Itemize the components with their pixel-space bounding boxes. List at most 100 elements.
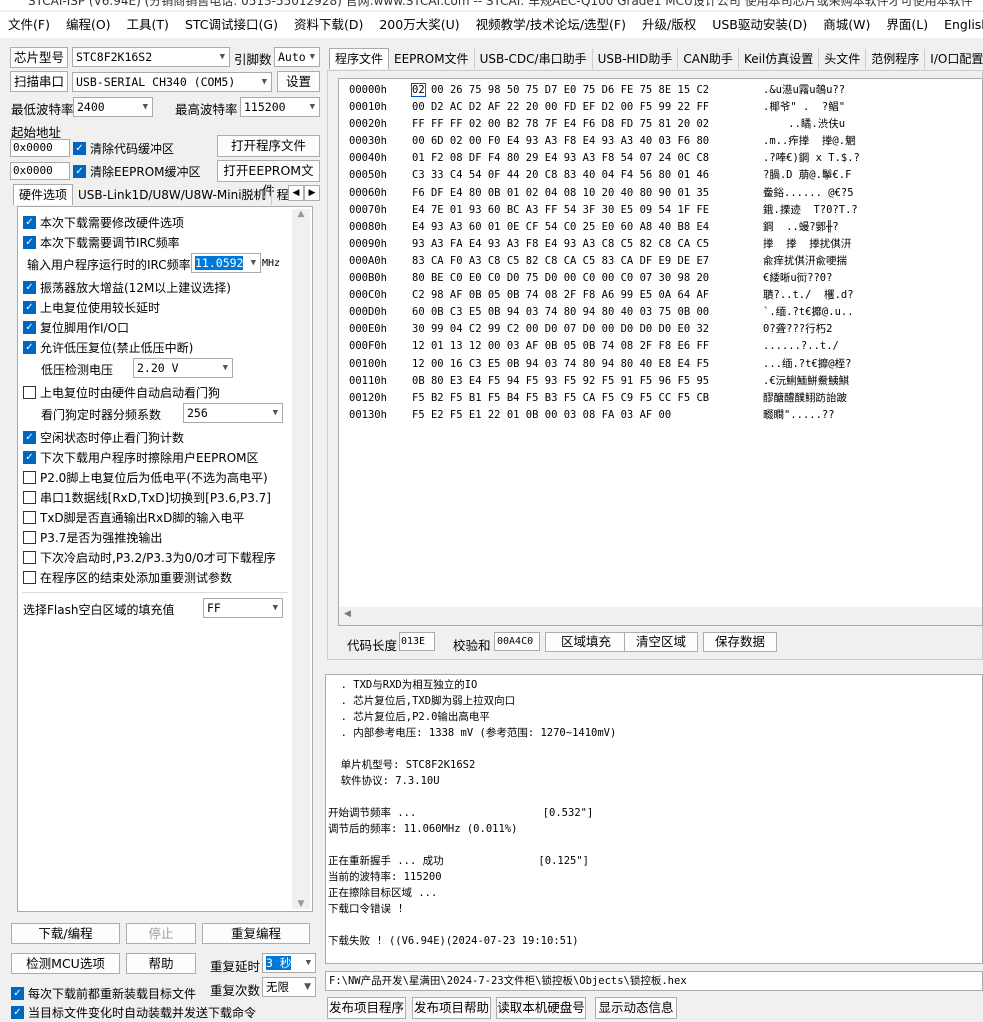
com-port-select[interactable]: USB-SERIAL CH340 (COM5) ▼	[72, 72, 272, 92]
hex-row-data[interactable]: 0B 80 E3 E4 F5 94 F5 93 F5 92 F5 91 F5 9…	[412, 373, 709, 390]
hex-row-data[interactable]: F5 B2 F5 B1 F5 B4 F5 B3 F5 CA F5 C9 F5 C…	[412, 390, 709, 407]
tab-usb-link[interactable]: USB-Link1D/U8W/U8W-Mini脱机	[73, 185, 272, 205]
menu-tools[interactable]: 工具(T)	[119, 12, 177, 38]
eeprom-address-input[interactable]: 0x0000	[10, 162, 70, 180]
option-txd-passthrough[interactable]: TxD脚是否直通输出RxD脚的输入电平	[23, 507, 244, 527]
hex-row-data[interactable]: 00 6D 02 00 F0 E4 93 A3 F8 E4 93 A3 40 0…	[412, 133, 709, 150]
tab-eeprom-file[interactable]: EEPROM文件	[389, 49, 475, 69]
option-auto-watchdog[interactable]: 上电复位时由硬件自动启动看门狗	[23, 382, 220, 402]
menu-upgrade[interactable]: 升级/版权	[634, 12, 704, 38]
option-cold-start-p32-p33[interactable]: 下次冷启动时,P3.2/P3.3为0/0才可下载程序	[23, 547, 276, 567]
hex-row-data[interactable]: 83 CA F0 A3 C8 C5 82 C8 CA C5 83 CA DF E…	[412, 253, 709, 270]
clear-code-buffer-checkbox[interactable]: ✓ 清除代码缓冲区	[73, 138, 174, 158]
hex-row-data[interactable]: 02 00 26 75 98 50 75 D7 E0 75 D6 FE 75 8…	[411, 82, 709, 99]
hex-data-column[interactable]: 02 00 26 75 98 50 75 D7 E0 75 D6 FE 75 8…	[411, 82, 709, 424]
menu-program[interactable]: 编程(O)	[58, 12, 119, 38]
clear-eeprom-buffer-checkbox[interactable]: ✓ 清除EEPROM缓冲区	[73, 161, 201, 181]
check-mcu-options-button[interactable]: 检测MCU选项	[11, 953, 120, 974]
hex-row-data[interactable]: E4 93 A3 60 01 0E CF 54 C0 25 E0 60 A8 4…	[412, 219, 709, 236]
hex-row-data[interactable]: F6 DF E4 80 0B 01 02 04 08 10 20 40 80 9…	[412, 185, 709, 202]
settings-button[interactable]: 设置	[277, 71, 320, 92]
menu-file[interactable]: 文件(F)	[0, 12, 58, 38]
code-address-input[interactable]: 0x0000	[10, 139, 70, 157]
hex-row-data[interactable]: E4 7E 01 93 60 BC A3 FF 54 3F 30 E5 09 5…	[412, 202, 709, 219]
menu-download[interactable]: 资料下载(D)	[286, 12, 371, 38]
pin-count-select[interactable]: Auto ▼	[274, 47, 320, 67]
tab-header-file[interactable]: 头文件	[819, 49, 867, 69]
menu-prize[interactable]: 200万大奖(U)	[371, 12, 467, 38]
stop-button[interactable]: 停止	[126, 923, 196, 944]
tab-usb-cdc[interactable]: USB-CDC/串口助手	[475, 49, 593, 69]
option-uart-switch[interactable]: 串口1数据线[RxD,TxD]切换到[P3.6,P3.7]	[23, 487, 271, 507]
tab-scroll-left-button[interactable]: ◀	[288, 185, 304, 201]
option-osc-gain[interactable]: ✓ 振荡器放大增益(12M以上建议选择)	[23, 277, 231, 297]
option-idle-stop-wdt[interactable]: ✓ 空闲状态时停止看门狗计数	[23, 427, 184, 447]
option-add-test-params[interactable]: 在程序区的结束处添加重要测试参数	[23, 567, 232, 587]
options-scrollbar[interactable]: ▲ ▼	[292, 209, 310, 909]
hex-row-data[interactable]: 93 A3 FA E4 93 A3 F8 E4 93 A3 C8 C5 82 C…	[412, 236, 709, 253]
hex-row-data[interactable]: 12 01 13 12 00 03 AF 0B 05 0B 74 08 2F F…	[412, 338, 709, 355]
download-program-button[interactable]: 下载/编程	[11, 923, 120, 944]
tab-io-config[interactable]: I/O口配置工具	[925, 49, 983, 69]
tab-hardware-options[interactable]: 硬件选项	[13, 184, 74, 205]
auto-load-send-checkbox[interactable]: ✓ 当目标文件变化时自动装载并发送下载命令	[11, 1002, 256, 1022]
clear-area-button[interactable]: 清空区域	[624, 632, 698, 652]
option-low-voltage-reset[interactable]: ✓ 允许低压复位(禁止低压中断)	[23, 337, 193, 357]
menu-debug[interactable]: STC调试接口(G)	[177, 12, 286, 38]
help-button[interactable]: 帮助	[126, 953, 196, 974]
scan-port-button[interactable]: 扫描串口	[10, 71, 68, 92]
fill-area-button[interactable]: 区域填充	[545, 632, 627, 652]
flash-fill-select[interactable]: FF ▼	[203, 598, 283, 618]
min-baud-select[interactable]: 2400 ▼	[73, 97, 153, 117]
tab-scroll-right-button[interactable]: ▶	[304, 185, 320, 201]
hex-row-data[interactable]: 80 BE C0 E0 C0 D0 75 D0 00 C0 00 C0 07 3…	[412, 270, 709, 287]
option-p37-push-pull[interactable]: P3.7是否为强推挽输出	[23, 527, 162, 547]
retry-count-select[interactable]: 无限 ▼	[262, 977, 316, 997]
hex-row-data[interactable]: 00 D2 AC D2 AF 22 20 00 FD EF D2 00 F5 9…	[412, 99, 709, 116]
menu-interface[interactable]: 界面(L)	[878, 12, 936, 38]
option-adjust-irc[interactable]: ✓ 本次下载需要调节IRC频率	[23, 232, 180, 252]
tab-usb-hid[interactable]: USB-HID助手	[593, 49, 679, 69]
option-long-reset-delay[interactable]: ✓ 上电复位使用较长延时	[23, 297, 160, 317]
menu-shop[interactable]: 商城(W)	[815, 12, 878, 38]
repeat-program-button[interactable]: 重复编程	[202, 923, 310, 944]
hex-horizontal-scrollbar[interactable]: ◀	[339, 607, 982, 625]
publish-project-button[interactable]: 发布项目程序	[327, 997, 406, 1019]
menu-usb-driver[interactable]: USB驱动安装(D)	[704, 12, 815, 38]
lvd-voltage-select[interactable]: 2.20 V ▼	[133, 358, 233, 378]
retry-delay-select[interactable]: 3 秒 ▼	[262, 953, 316, 973]
tab-program-file[interactable]: 程序文件	[329, 48, 390, 69]
chip-model-select[interactable]: STC8F2K16S2 ▼	[72, 47, 230, 67]
show-dynamic-info-button[interactable]: 显示动态信息	[595, 997, 677, 1019]
hex-row-data[interactable]: F5 E2 F5 E1 22 01 0B 00 03 08 FA 03 AF 0…	[412, 407, 709, 424]
irc-frequency-select[interactable]: 11.0592 ▼	[191, 253, 261, 273]
tab-can[interactable]: CAN助手	[678, 49, 739, 69]
open-eeprom-file-button[interactable]: 打开EEPROM文件	[217, 160, 320, 198]
open-program-file-button[interactable]: 打开程序文件	[217, 135, 320, 157]
option-erase-eeprom[interactable]: ✓ 下次下载用户程序时擦除用户EEPROM区	[23, 447, 259, 467]
hex-viewer[interactable]: 00000h 00010h 00020h 00030h 00040h 00050h 0006…	[338, 78, 983, 626]
menu-english[interactable]: English	[936, 12, 983, 38]
publish-help-button[interactable]: 发布项目帮助	[412, 997, 491, 1019]
hex-row-data[interactable]: 30 99 04 C2 99 C2 00 D0 07 D0 00 D0 D0 D…	[412, 321, 709, 338]
option-p20-low[interactable]: P2.0脚上电复位后为低电平(不选为高电平)	[23, 467, 268, 487]
read-disk-id-button[interactable]: 读取本机硬盘号	[496, 997, 586, 1019]
option-modify-hardware[interactable]: ✓ 本次下载需要修改硬件选项	[23, 212, 184, 232]
max-baud-select[interactable]: 115200 ▼	[240, 97, 320, 117]
option-reset-pin-io[interactable]: ✓ 复位脚用作I/O口	[23, 317, 129, 337]
output-log[interactable]: . TXD与RXD为相互独立的IO . 芯片复位后,TXD脚为弱上拉双向口 . …	[325, 674, 983, 964]
left-tabs: 硬件选项USB-Link1D/U8W/U8W-Mini脱机程序加	[13, 184, 305, 206]
menu-video[interactable]: 视频教学/技术论坛/选型(F)	[468, 12, 634, 38]
check-icon: ✓	[23, 280, 36, 294]
hex-row-data[interactable]: 12 00 16 C3 E5 0B 94 03 74 80 94 80 40 E…	[412, 356, 709, 373]
hex-row-data[interactable]: 60 0B C3 E5 0B 94 03 74 80 94 80 40 03 7…	[412, 304, 709, 321]
hex-row-data[interactable]: FF FF FF 02 00 B2 78 7F E4 F6 D8 FD 75 8…	[412, 116, 709, 133]
save-data-button[interactable]: 保存数据	[703, 632, 777, 652]
hex-row-data[interactable]: 01 F2 08 DF F4 80 29 E4 93 A3 F8 54 07 2…	[412, 150, 709, 167]
tab-keil-sim[interactable]: Keil仿真设置	[739, 49, 820, 69]
hex-row-data[interactable]: C2 98 AF 0B 05 0B 74 08 2F F8 A6 99 E5 0…	[412, 287, 709, 304]
reload-before-download-checkbox[interactable]: ✓ 每次下载前都重新装载目标文件	[11, 983, 196, 1003]
hex-row-data[interactable]: C3 33 C4 54 0F 44 20 C8 83 40 04 F4 56 8…	[412, 167, 709, 184]
tab-examples[interactable]: 范例程序	[866, 49, 926, 69]
wdt-prescaler-select[interactable]: 256 ▼	[183, 403, 283, 423]
